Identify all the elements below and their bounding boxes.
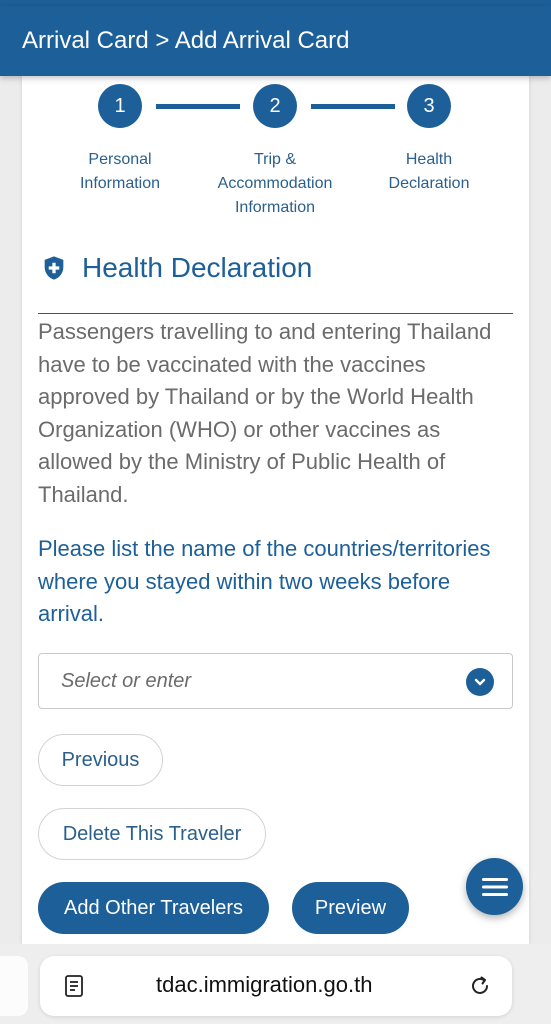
preview-button[interactable]: Preview xyxy=(292,882,409,934)
section-title: Health Declaration xyxy=(82,252,313,283)
form-card: 1 2 3 Personal Information Trip & Accomm… xyxy=(22,76,529,944)
app-header: Arrival Card > Add Arrival Card xyxy=(0,6,551,76)
vaccination-info-text: Passengers travelling to and entering Th… xyxy=(38,319,492,507)
add-other-travelers-button[interactable]: Add Other Travelers xyxy=(38,882,269,934)
countries-question: Please list the name of the countries/te… xyxy=(38,536,491,626)
step-3-indicator[interactable]: 3 xyxy=(407,84,451,128)
delete-traveler-button[interactable]: Delete This Traveler xyxy=(38,808,266,860)
page-menu-icon[interactable] xyxy=(64,974,86,998)
breadcrumb: Arrival Card > Add Arrival Card xyxy=(22,27,350,54)
shield-plus-icon xyxy=(44,256,64,280)
step-connector xyxy=(311,104,395,109)
section-header: Health Declaration xyxy=(40,252,312,284)
previous-tab-edge[interactable] xyxy=(0,956,28,1016)
step-2-label: Trip & Accommodation Information xyxy=(217,151,333,216)
step-1-indicator[interactable]: 1 xyxy=(98,84,142,128)
step-3-label: Health Declaration xyxy=(388,151,470,192)
menu-fab-button[interactable] xyxy=(466,858,523,915)
section-divider xyxy=(38,313,513,314)
previous-button[interactable]: Previous xyxy=(38,734,163,786)
countries-select-placeholder: Select or enter xyxy=(61,669,192,692)
browser-address-bar: tdac.immigration.go.th xyxy=(0,944,551,1024)
url-field[interactable]: tdac.immigration.go.th xyxy=(40,956,512,1016)
step-connector xyxy=(156,104,240,109)
url-text: tdac.immigration.go.th xyxy=(156,972,373,997)
chevron-down-icon[interactable] xyxy=(466,668,494,696)
hamburger-menu-icon xyxy=(481,877,508,896)
step-1-label: Personal Information xyxy=(79,151,161,192)
reload-icon[interactable] xyxy=(468,974,492,998)
step-2-indicator[interactable]: 2 xyxy=(253,84,297,128)
countries-select[interactable]: Select or enter xyxy=(38,653,513,709)
